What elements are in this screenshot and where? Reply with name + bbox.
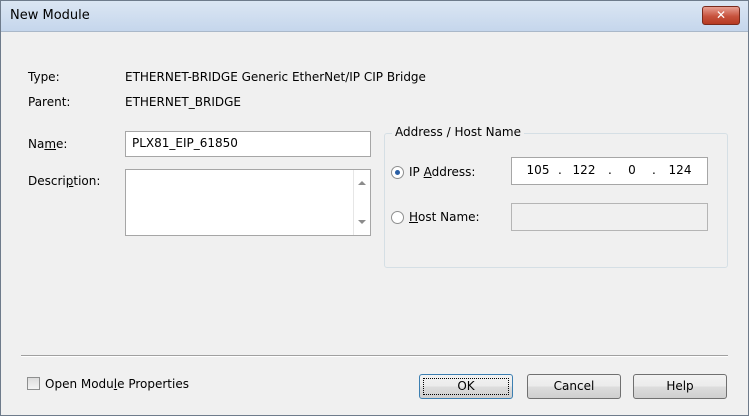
ip-octet-3[interactable]: 0 xyxy=(622,163,642,177)
open-module-properties-checkbox[interactable] xyxy=(27,377,40,390)
host-name-label[interactable]: Host Name: xyxy=(409,210,480,224)
cancel-button[interactable]: Cancel xyxy=(527,374,621,399)
focus-rectangle xyxy=(423,378,509,395)
address-group-title: Address / Host Name xyxy=(392,125,524,139)
description-label: Description: xyxy=(28,174,101,188)
name-input[interactable]: PLX81_EIP_61850 xyxy=(125,131,371,157)
ip-separator: . xyxy=(608,163,612,177)
ip-address-radio[interactable] xyxy=(391,166,404,179)
help-button[interactable]: Help xyxy=(633,374,727,399)
close-icon: ✕ xyxy=(715,8,727,22)
ip-separator: . xyxy=(652,163,656,177)
close-button[interactable]: ✕ xyxy=(702,6,740,25)
ip-octet-4[interactable]: 124 xyxy=(664,163,696,177)
footer-separator xyxy=(21,355,728,357)
ip-address-label[interactable]: IP Address: xyxy=(409,165,475,179)
cancel-button-label: Cancel xyxy=(553,379,595,393)
help-button-label: Help xyxy=(666,379,694,393)
address-groupbox xyxy=(384,133,728,268)
new-module-dialog: New Module ✕ Type: ETHERNET-BRIDGE Gener… xyxy=(0,0,749,416)
description-textarea[interactable] xyxy=(125,169,371,236)
ip-address-input[interactable]: 105 . 122 . 0 . 124 xyxy=(511,157,708,185)
dialog-title: New Module xyxy=(10,8,90,23)
description-scrollbar[interactable] xyxy=(353,170,370,235)
name-input-value: PLX81_EIP_61850 xyxy=(132,136,238,150)
parent-value: ETHERNET_BRIDGE xyxy=(125,95,241,109)
radio-selected-dot xyxy=(395,170,400,175)
scroll-down-arrow-icon[interactable] xyxy=(358,220,366,224)
host-name-radio[interactable] xyxy=(391,211,404,224)
parent-label: Parent: xyxy=(28,95,71,109)
ok-button[interactable]: OK xyxy=(419,374,513,399)
ip-separator: . xyxy=(558,163,562,177)
type-value: ETHERNET-BRIDGE Generic EtherNet/IP CIP … xyxy=(125,70,426,84)
title-bar[interactable]: New Module ✕ xyxy=(1,1,748,32)
ip-octet-1[interactable]: 105 xyxy=(524,163,552,177)
ip-octet-2[interactable]: 122 xyxy=(570,163,598,177)
dialog-body: Type: ETHERNET-BRIDGE Generic EtherNet/I… xyxy=(1,32,748,415)
name-label: Name: xyxy=(28,137,68,151)
open-module-properties-label[interactable]: Open Module Properties xyxy=(45,377,189,391)
type-label: Type: xyxy=(28,70,60,84)
scroll-up-arrow-icon[interactable] xyxy=(358,181,366,185)
host-name-input[interactable] xyxy=(511,203,708,231)
